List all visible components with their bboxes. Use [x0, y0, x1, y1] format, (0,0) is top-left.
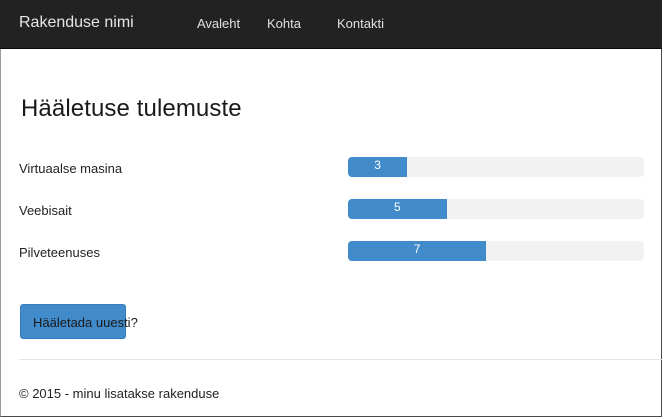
- progress-track: 7: [348, 241, 644, 261]
- footer-text: © 2015 - minu lisatakse rakenduse: [19, 386, 220, 401]
- result-label: Veebisait: [19, 203, 72, 218]
- nav-link-about[interactable]: Kohta: [267, 16, 301, 31]
- footer-divider: [19, 359, 662, 360]
- progress-bar: 3: [348, 157, 408, 177]
- progress-track: 3: [348, 157, 644, 177]
- result-label: Virtuaalse masina: [19, 161, 123, 176]
- brand-link[interactable]: Rakenduse nimi: [19, 14, 134, 32]
- progress-bar: 7: [348, 241, 487, 261]
- navbar: Rakenduse nimi Avaleht Kohta Kontakti: [0, 0, 662, 49]
- vote-again-label[interactable]: Hääletada uuesti?: [33, 315, 138, 330]
- progress-track: 5: [348, 199, 644, 219]
- progress-bar: 5: [348, 199, 447, 219]
- nav-link-home[interactable]: Avaleht: [197, 16, 240, 31]
- nav-link-contact[interactable]: Kontakti: [337, 16, 384, 31]
- result-label: Pilveteenuses: [19, 245, 100, 260]
- page-title: Hääletuse tulemuste: [21, 95, 242, 122]
